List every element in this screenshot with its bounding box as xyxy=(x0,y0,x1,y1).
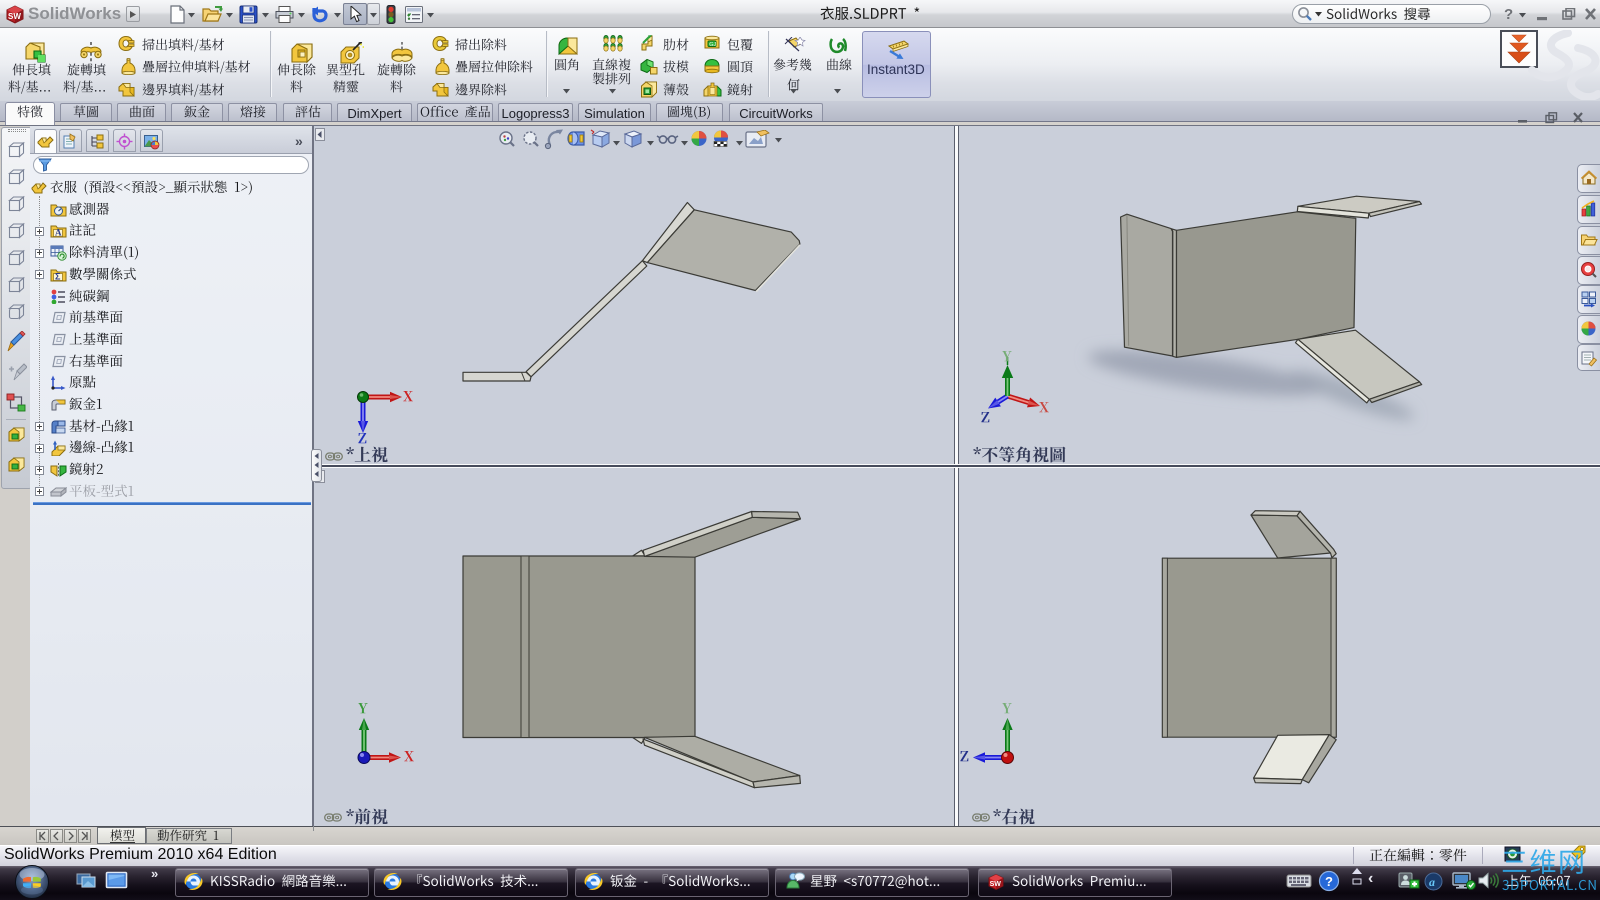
svg-text:SW: SW xyxy=(8,12,21,21)
svg-text:?: ? xyxy=(1325,874,1333,889)
svg-text:SW: SW xyxy=(990,881,1002,888)
svg-text:A: A xyxy=(55,228,62,238)
svg-text:GJ: GJ xyxy=(709,42,716,48)
svg-text:Σ: Σ xyxy=(55,271,61,281)
svg-text:a: a xyxy=(1429,875,1435,889)
